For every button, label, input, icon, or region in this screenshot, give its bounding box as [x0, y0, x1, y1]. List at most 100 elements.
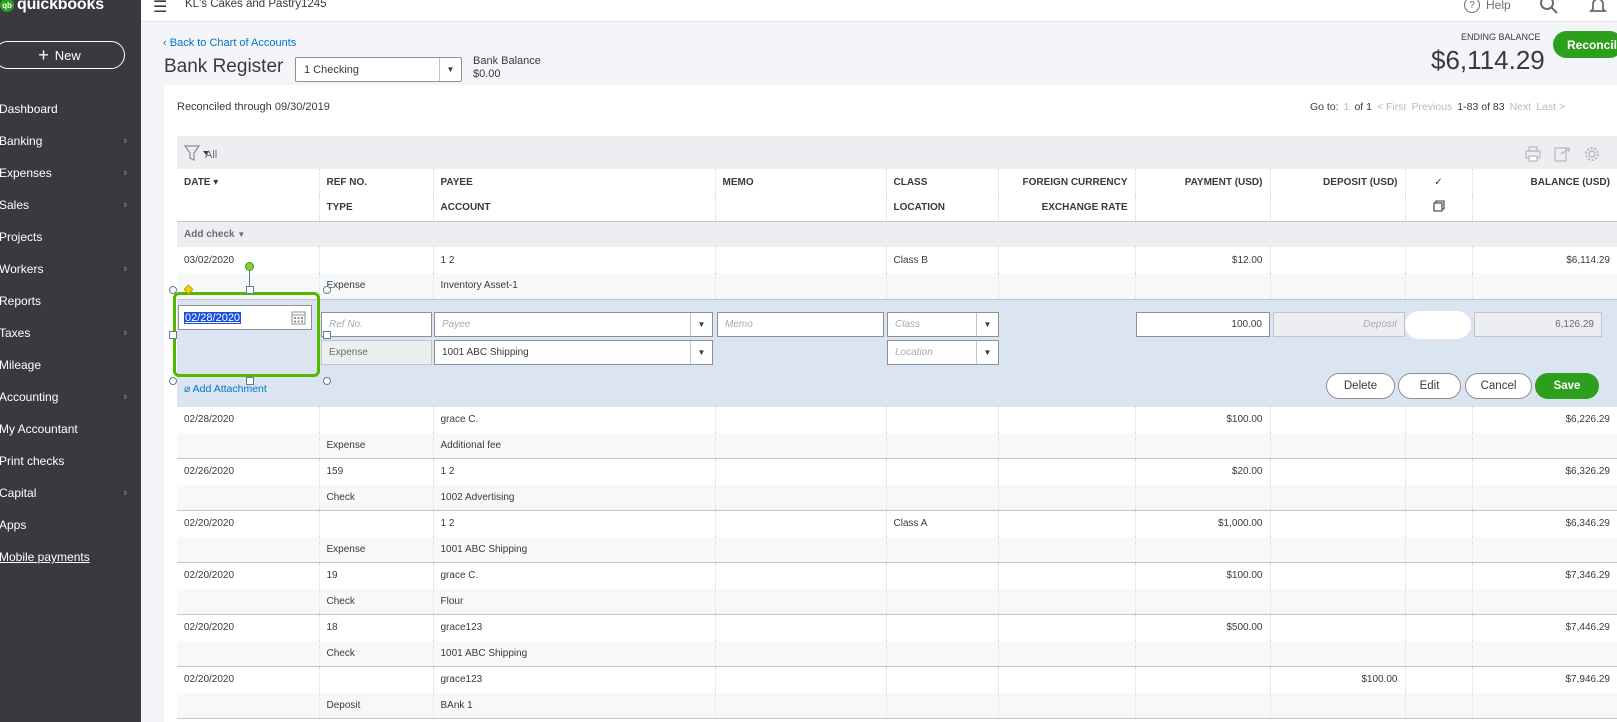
cell-payee: 1 2	[433, 510, 716, 537]
date-input[interactable]: 02/28/2020	[178, 305, 312, 330]
resize-handle-left[interactable]	[169, 331, 177, 339]
row-range: 1-83 of 83	[1457, 101, 1505, 113]
column-header-payee: PAYEE	[433, 169, 716, 195]
next-page-link[interactable]: Next	[1510, 101, 1532, 113]
payment-input[interactable]: 100.00	[1136, 312, 1270, 337]
cell-memo	[715, 562, 887, 589]
chevron-down-icon: ▼	[690, 341, 712, 364]
table-row-detail[interactable]: Check 1002 Advertising	[177, 484, 1617, 511]
delete-button[interactable]: Delete	[1326, 373, 1395, 399]
reconcile-button[interactable]: Reconcile	[1553, 31, 1617, 58]
table-row[interactable]: 02/28/2020 grace C. $100.00 $6,226.29	[177, 406, 1617, 433]
sidebar-item-mobile-payments[interactable]: Mobile payments	[0, 541, 141, 573]
table-row[interactable]: 02/20/2020 grace123 $100.00 $7,946.29	[177, 666, 1617, 693]
cell-blank	[1135, 640, 1271, 667]
hamburger-menu-icon[interactable]: ☰	[153, 0, 167, 17]
help-button[interactable]: ? Help	[1464, 0, 1511, 13]
first-page-link[interactable]: < First	[1377, 101, 1406, 113]
class-select[interactable]: Class ▼	[887, 312, 999, 337]
rotation-handle[interactable]	[245, 262, 254, 271]
filter-label[interactable]: All	[205, 149, 217, 161]
ending-balance-value: $6,114.29	[1431, 45, 1545, 75]
resize-handle-right[interactable]	[323, 331, 331, 339]
notifications-bell-icon[interactable]	[1588, 0, 1608, 15]
cell-check	[1405, 458, 1473, 485]
add-check-dropdown[interactable]: Add check ▼	[177, 221, 1617, 247]
payee-input[interactable]: Payee ▼	[434, 312, 713, 337]
settings-gear-icon[interactable]	[1584, 146, 1600, 162]
add-attachment-link[interactable]: ⌀ Add Attachment	[184, 383, 267, 395]
table-row[interactable]: 02/26/2020 159 1 2 $20.00 $6,326.29	[177, 458, 1617, 485]
column-header-date[interactable]: DATE ▾	[177, 169, 320, 195]
resize-handle-top-right[interactable]	[323, 286, 331, 294]
resize-handle-bottom-right[interactable]	[323, 377, 331, 385]
cell-account: 1001 ABC Shipping	[433, 536, 716, 563]
sidebar-item-mileage[interactable]: Mileage	[0, 349, 141, 381]
ref-no-input[interactable]: Ref No.	[321, 312, 432, 337]
sidebar-item-projects[interactable]: Projects	[0, 221, 141, 253]
table-row[interactable]: 03/02/2020 1 2 Class B $12.00 $6,114.29	[177, 247, 1617, 273]
quickbooks-logo[interactable]: qb quickbooks	[0, 0, 104, 16]
save-button[interactable]: Save	[1535, 373, 1599, 399]
cell-class	[886, 562, 999, 589]
memo-input[interactable]: Memo	[717, 312, 884, 337]
table-row-detail[interactable]: Expense Inventory Asset-1	[177, 273, 1617, 300]
table-row-detail[interactable]: Expense Additional fee	[177, 432, 1617, 459]
sidebar-item-capital[interactable]: Capital ›	[0, 477, 141, 509]
new-button[interactable]: + New	[0, 41, 125, 69]
sidebar-item-my-accountant[interactable]: My Accountant	[0, 413, 141, 445]
export-icon[interactable]	[1554, 146, 1570, 162]
cell-blank	[1135, 536, 1271, 563]
cell-memo	[715, 510, 887, 537]
sidebar-item-accounting[interactable]: Accounting ›	[0, 381, 141, 413]
table-row-detail[interactable]: Deposit BAnk 1	[177, 692, 1617, 719]
back-to-chart-of-accounts-link[interactable]: ‹ Back to Chart of Accounts	[163, 37, 296, 49]
account-select-value: 1001 ABC Shipping	[442, 347, 529, 358]
cell-fx	[998, 510, 1136, 537]
print-icon[interactable]	[1525, 146, 1541, 162]
cell-location	[886, 273, 999, 300]
cell-blank	[177, 432, 320, 459]
resize-handle-bottom[interactable]	[246, 377, 254, 385]
cell-payee: grace C.	[433, 562, 716, 589]
sidebar-item-banking[interactable]: Banking ›	[0, 125, 141, 157]
column-header-copy-icon[interactable]	[1405, 195, 1473, 222]
calendar-icon[interactable]	[291, 310, 306, 325]
resize-handle-bottom-left[interactable]	[169, 377, 177, 385]
last-page-link[interactable]: Last >	[1536, 101, 1565, 113]
table-row-detail[interactable]: Check 1001 ABC Shipping	[177, 640, 1617, 667]
sidebar-item-sales[interactable]: Sales ›	[0, 189, 141, 221]
resize-handle-top-left[interactable]	[169, 286, 177, 294]
cell-date: 02/26/2020	[177, 458, 320, 485]
cancel-button[interactable]: Cancel	[1465, 373, 1532, 399]
column-header-type: TYPE	[319, 195, 434, 222]
sidebar-item-dashboard[interactable]: Dashboard	[0, 93, 141, 125]
previous-page-link[interactable]: Previous	[1411, 101, 1452, 113]
sidebar-item-reports[interactable]: Reports	[0, 285, 141, 317]
table-row[interactable]: 02/20/2020 18 grace123 $500.00 $7,446.29	[177, 614, 1617, 641]
sidebar-item-taxes[interactable]: Taxes ›	[0, 317, 141, 349]
resize-handle-top[interactable]	[246, 286, 254, 294]
type-value: Expense	[321, 340, 432, 365]
table-row[interactable]: 02/20/2020 1 2 Class A $1,000.00 $6,346.29	[177, 510, 1617, 537]
reconcile-status-toggle[interactable]	[1405, 311, 1471, 339]
table-row-detail[interactable]: Check Flour	[177, 588, 1617, 615]
sidebar-item-print-checks[interactable]: Print checks	[0, 445, 141, 477]
page-number-input[interactable]: 1	[1344, 101, 1350, 113]
account-select[interactable]: 1001 ABC Shipping ▼	[434, 340, 713, 365]
chevron-right-icon: ›	[123, 135, 127, 147]
table-row-detail[interactable]: Expense 1001 ABC Shipping	[177, 536, 1617, 563]
location-select[interactable]: Location ▼	[887, 340, 999, 365]
pagination: Go to: 1 of 1 < First Previous 1-83 of 8…	[1310, 101, 1565, 113]
table-row[interactable]: 02/20/2020 19 grace C. $100.00 $7,346.29	[177, 562, 1617, 589]
search-icon[interactable]	[1539, 0, 1559, 15]
sidebar-item-workers[interactable]: Workers ›	[0, 253, 141, 285]
cell-balance: $6,226.29	[1565, 414, 1611, 425]
sidebar-item-label: Taxes	[0, 326, 31, 340]
sidebar-item-expenses[interactable]: Expenses ›	[0, 157, 141, 189]
edit-button[interactable]: Edit	[1398, 373, 1461, 399]
chevron-down-icon: ▼	[690, 313, 712, 336]
account-select[interactable]: 1 Checking ▼	[295, 57, 462, 82]
cell-location	[886, 432, 999, 459]
sidebar-item-apps[interactable]: Apps	[0, 509, 141, 541]
